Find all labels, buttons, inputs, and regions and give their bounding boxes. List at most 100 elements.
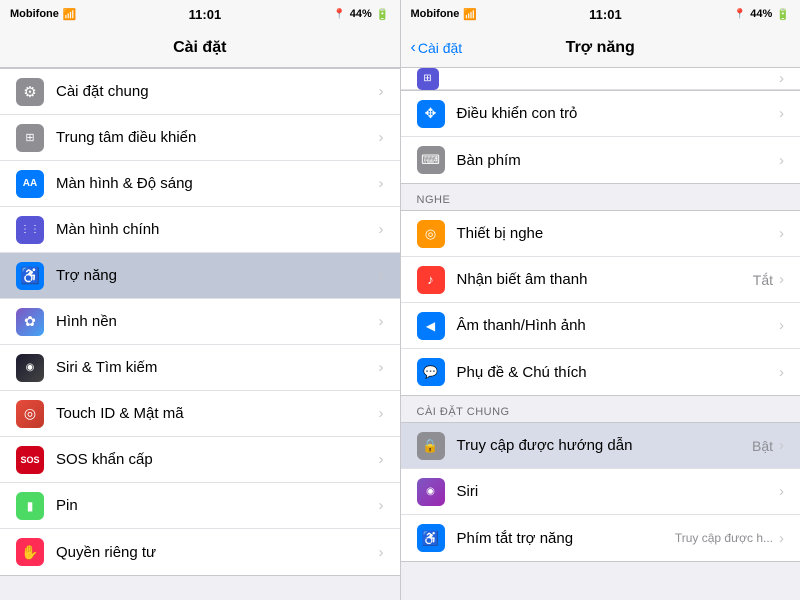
right-siri-chevron: › (779, 483, 784, 500)
phim-tat-label: Phím tắt trợ năng (457, 530, 675, 547)
thiet-bi-nghe-chevron: › (779, 225, 784, 242)
sidebar-item-pin[interactable]: ▮ Pin › (0, 483, 400, 529)
left-carrier: Mobifone (10, 8, 59, 20)
tro-nang-label: Trợ năng (56, 267, 379, 284)
nghe-header: NGHE (401, 184, 800, 210)
trung-tam-label: Trung tâm điều khiển (56, 129, 379, 146)
quyen-rieng-tu-chevron: › (379, 544, 384, 561)
right-carrier: Mobifone (411, 8, 460, 20)
left-settings-list[interactable]: ⚙ Cài đặt chung › ⊞ Trung tâm điều khiển… (0, 68, 400, 600)
truy-cap-value: Bật (752, 438, 773, 454)
right-item-am-thanh-hinh-anh[interactable]: ◀ Âm thanh/Hình ảnh › (401, 303, 800, 349)
cai-dat-chung-chevron: › (379, 83, 384, 100)
left-list-group: ⚙ Cài đặt chung › ⊞ Trung tâm điều khiển… (0, 68, 400, 576)
quyen-rieng-tu-label: Quyền riêng tư (56, 544, 379, 561)
sos-chevron: › (379, 451, 384, 468)
sidebar-item-cai-dat-chung[interactable]: ⚙ Cài đặt chung › (0, 69, 400, 115)
ban-phim-icon: ⌨ (417, 146, 445, 174)
man-hinh-chinh-label: Màn hình chính (56, 221, 379, 238)
left-status-right: 📍 44% 🔋 (333, 8, 389, 21)
sidebar-item-sos[interactable]: SOS SOS khẩn cấp › (0, 437, 400, 483)
right-item-ban-phim[interactable]: ⌨ Bàn phím › (401, 137, 800, 183)
right-battery-icon: 🔋 (776, 8, 790, 21)
left-nav-bar: Cài đặt (0, 28, 400, 68)
ban-phim-label: Bàn phím (457, 152, 780, 169)
left-panel: Mobifone 📶 11:01 📍 44% 🔋 Cài đặt ⚙ Cài đ… (0, 0, 401, 600)
right-item-phu-de-chu-thich[interactable]: 💬 Phụ đề & Chú thích › (401, 349, 800, 395)
cai-dat-chung-label: Cài đặt chung (56, 83, 379, 100)
right-item-siri[interactable]: ◉ Siri › (401, 469, 800, 515)
right-item-truy-cap-duoc-huong-dan[interactable]: 🔒 Truy cập được hướng dẫn Bật › (401, 423, 800, 469)
left-time: 11:01 (189, 7, 222, 22)
nhan-biet-am-thanh-value: Tắt (753, 272, 773, 288)
trung-tam-chevron: › (379, 129, 384, 146)
tro-nang-icon: ♿ (16, 262, 44, 290)
hinh-nen-icon: ✿ (16, 308, 44, 336)
right-group-1: ✥ Điều khiển con trỏ › ⌨ Bàn phím › (401, 90, 800, 184)
back-label: Cài đặt (418, 40, 462, 56)
partial-icon: ⊞ (417, 68, 439, 90)
phim-tat-value: Truy cập được h... (675, 531, 773, 545)
right-item-dieu-khien-con-tro[interactable]: ✥ Điều khiển con trỏ › (401, 91, 800, 137)
dieu-khien-con-tro-icon: ✥ (417, 100, 445, 128)
pin-icon: ▮ (16, 492, 44, 520)
man-hinh-do-sang-label: Màn hình & Độ sáng (56, 175, 379, 192)
sidebar-item-man-hinh-do-sang[interactable]: AA Màn hình & Độ sáng › (0, 161, 400, 207)
sidebar-item-siri[interactable]: ◉ Siri & Tìm kiếm › (0, 345, 400, 391)
phim-tat-chevron: › (779, 530, 784, 547)
sos-icon: SOS (16, 446, 44, 474)
right-panel: Mobifone 📶 11:01 📍 44% 🔋 ‹ Cài đặt Trợ n… (401, 0, 800, 600)
siri-label: Siri & Tìm kiếm (56, 359, 379, 376)
ban-phim-chevron: › (779, 152, 784, 169)
partial-chevron: › (779, 70, 784, 87)
hinh-nen-label: Hình nền (56, 313, 379, 330)
truy-cap-label: Truy cập được hướng dẫn (457, 437, 752, 454)
cai-dat-chung-list-group: 🔒 Truy cập được hướng dẫn Bật › ◉ Siri ›… (401, 422, 800, 562)
partial-top-item: ⊞ › (401, 68, 800, 90)
right-section-cai-dat-chung: CÀI ĐẶT CHUNG 🔒 Truy cập được hướng dẫn … (401, 396, 800, 562)
right-location-icon: 📍 (734, 9, 746, 20)
sidebar-item-trung-tam[interactable]: ⊞ Trung tâm điều khiển › (0, 115, 400, 161)
hinh-nen-chevron: › (379, 313, 384, 330)
right-item-phim-tat-tro-nang[interactable]: ♿ Phím tắt trợ năng Truy cập được h... › (401, 515, 800, 561)
sos-label: SOS khẩn cấp (56, 451, 379, 468)
right-item-thiet-bi-nghe[interactable]: ◎ Thiết bị nghe › (401, 211, 800, 257)
siri-chevron: › (379, 359, 384, 376)
right-battery: 44% (750, 8, 772, 20)
thiet-bi-nghe-label: Thiết bị nghe (457, 225, 780, 242)
cai-dat-chung-icon: ⚙ (16, 78, 44, 106)
am-thanh-hinh-anh-chevron: › (779, 317, 784, 334)
sidebar-item-tro-nang[interactable]: ♿ Trợ năng › (0, 253, 400, 299)
dieu-khien-con-tro-label: Điều khiển con trỏ (457, 105, 780, 122)
left-status-left: Mobifone 📶 (10, 8, 77, 21)
touch-id-icon: ◎ (16, 400, 44, 428)
sidebar-item-man-hinh-chinh[interactable]: ⋮⋮ Màn hình chính › (0, 207, 400, 253)
am-thanh-hinh-anh-icon: ◀ (417, 312, 445, 340)
right-section-nghe: NGHE ◎ Thiết bị nghe › ♪ Nhận biết âm th… (401, 184, 800, 396)
back-button[interactable]: ‹ Cài đặt (411, 39, 463, 57)
sidebar-item-quyen-rieng-tu[interactable]: ✋ Quyền riêng tư › (0, 529, 400, 575)
left-battery: 44% (350, 8, 372, 20)
dieu-khien-con-tro-chevron: › (779, 105, 784, 122)
back-chevron-icon: ‹ (411, 39, 416, 57)
right-nav-bar: ‹ Cài đặt Trợ năng (401, 28, 800, 68)
left-battery-icon: 🔋 (376, 8, 390, 21)
quyen-rieng-tu-icon: ✋ (16, 538, 44, 566)
phu-de-chu-thich-chevron: › (779, 364, 784, 381)
cai-dat-chung-header: CÀI ĐẶT CHUNG (401, 396, 800, 422)
right-settings-list[interactable]: ⊞ › ✥ Điều khiển con trỏ › ⌨ Bàn phím › (401, 68, 800, 600)
phu-de-chu-thich-label: Phụ đề & Chú thích (457, 364, 780, 381)
left-location-icon: 📍 (333, 9, 345, 20)
right-time: 11:01 (589, 7, 622, 22)
sidebar-item-hinh-nen[interactable]: ✿ Hình nền › (0, 299, 400, 345)
siri-icon: ◉ (16, 354, 44, 382)
man-hinh-do-sang-chevron: › (379, 175, 384, 192)
truy-cap-icon: 🔒 (417, 432, 445, 460)
right-item-nhan-biet-am-thanh[interactable]: ♪ Nhận biết âm thanh Tắt › (401, 257, 800, 303)
phu-de-chu-thich-icon: 💬 (417, 358, 445, 386)
left-status-bar: Mobifone 📶 11:01 📍 44% 🔋 (0, 0, 400, 28)
pin-chevron: › (379, 497, 384, 514)
sidebar-item-touch-id[interactable]: ◎ Touch ID & Mật mã › (0, 391, 400, 437)
nghe-list-group: ◎ Thiết bị nghe › ♪ Nhận biết âm thanh T… (401, 210, 800, 396)
touch-id-chevron: › (379, 405, 384, 422)
